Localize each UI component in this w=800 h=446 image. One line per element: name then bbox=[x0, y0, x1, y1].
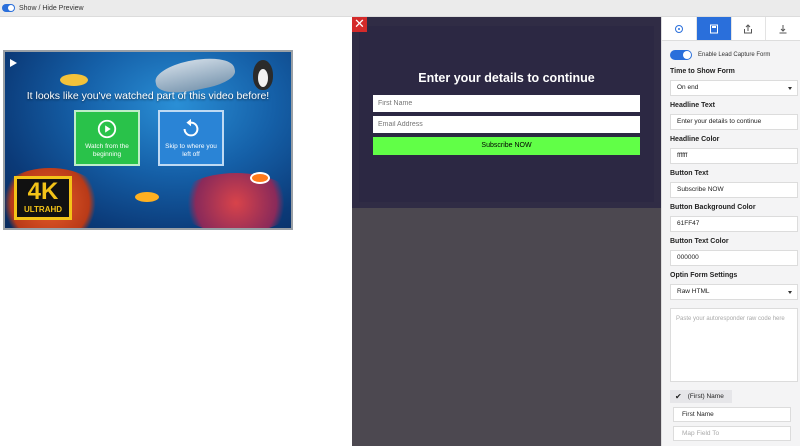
coral-decoration bbox=[176, 173, 291, 228]
replay-icon bbox=[183, 118, 199, 137]
button-text-color-input[interactable]: 000000 bbox=[670, 250, 798, 266]
clownfish-image bbox=[250, 172, 270, 184]
time-to-show-select[interactable]: On end bbox=[670, 80, 798, 96]
headline-text-input[interactable]: Enter your details to continue bbox=[670, 114, 798, 130]
play-icon[interactable] bbox=[10, 59, 17, 67]
target-icon bbox=[674, 24, 683, 33]
4k-badge: 4K ULTRAHD bbox=[14, 176, 72, 220]
lead-capture-form: Enter your details to continue Subscribe… bbox=[359, 26, 654, 202]
video-player[interactable]: It looks like you've watched part of thi… bbox=[3, 50, 293, 230]
first-name-input[interactable] bbox=[373, 95, 640, 112]
watch-button-label: Watch from the beginning bbox=[85, 143, 129, 158]
watch-from-beginning-button[interactable]: Watch from the beginning bbox=[74, 110, 140, 166]
penguin-image bbox=[253, 60, 273, 90]
sidebar-tabs bbox=[662, 17, 800, 41]
resume-headline: It looks like you've watched part of thi… bbox=[26, 90, 270, 102]
close-icon[interactable]: ✕ bbox=[352, 17, 367, 32]
form-backdrop: Enter your details to continue Subscribe… bbox=[352, 17, 661, 208]
optin-settings-select[interactable]: Raw HTML bbox=[670, 284, 798, 300]
fish-image bbox=[135, 192, 159, 202]
time-to-show-label: Time to Show Form bbox=[670, 68, 735, 75]
settings-sidebar: Enable Lead Capture Form Time to Show Fo… bbox=[661, 17, 800, 446]
tab-save[interactable] bbox=[696, 17, 732, 40]
button-text-color-label: Button Text Color bbox=[670, 238, 729, 245]
first-name-field-checkbox[interactable]: ✔ (First) Name bbox=[670, 390, 732, 403]
chevron-down-icon bbox=[788, 87, 792, 90]
video-preview-area: It looks like you've watched part of thi… bbox=[0, 17, 352, 446]
autoresponder-code-textarea[interactable]: Paste your autoresponder raw code here bbox=[670, 308, 798, 382]
checkmark-icon: ✔ bbox=[675, 392, 682, 401]
preview-toggle[interactable] bbox=[2, 4, 15, 12]
skip-button-label: Skip to where you left off bbox=[165, 143, 217, 158]
skip-to-position-button[interactable]: Skip to where you left off bbox=[158, 110, 224, 166]
map-field-select[interactable]: Map Field To bbox=[673, 426, 791, 441]
lead-form-preview: Enter your details to continue Subscribe… bbox=[352, 17, 661, 446]
first-name-field-label-input[interactable]: First Name bbox=[673, 407, 791, 422]
download-icon bbox=[779, 24, 787, 33]
button-bg-color-input[interactable]: 61FF47 bbox=[670, 216, 798, 232]
tab-download[interactable] bbox=[766, 17, 800, 40]
settings-form: Enable Lead Capture Form Time to Show Fo… bbox=[670, 49, 798, 441]
email-input[interactable] bbox=[373, 116, 640, 133]
subscribe-button[interactable]: Subscribe NOW bbox=[373, 137, 640, 155]
form-title: Enter your details to continue bbox=[418, 71, 595, 85]
button-text-label: Button Text bbox=[670, 170, 709, 177]
enable-lead-capture-toggle[interactable] bbox=[670, 50, 692, 60]
tab-target[interactable] bbox=[662, 17, 697, 40]
button-bg-color-label: Button Background Color bbox=[670, 204, 756, 211]
enable-lead-capture-label: Enable Lead Capture Form bbox=[698, 52, 771, 58]
preview-toggle-label: Show / Hide Preview bbox=[19, 4, 84, 12]
tab-share[interactable] bbox=[732, 17, 767, 40]
button-text-input[interactable]: Subscribe NOW bbox=[670, 182, 798, 198]
top-bar: Show / Hide Preview bbox=[0, 0, 800, 17]
chevron-down-icon bbox=[788, 291, 792, 294]
optin-settings-label: Optin Form Settings bbox=[670, 272, 738, 279]
share-icon bbox=[744, 23, 753, 33]
headline-color-input[interactable]: ffffff bbox=[670, 148, 798, 164]
save-icon bbox=[709, 24, 718, 33]
play-circle-icon bbox=[97, 119, 117, 139]
headline-color-label: Headline Color bbox=[670, 136, 720, 143]
fish-image bbox=[60, 74, 88, 86]
enable-lead-capture-row: Enable Lead Capture Form bbox=[670, 49, 798, 61]
headline-text-label: Headline Text bbox=[670, 102, 715, 109]
